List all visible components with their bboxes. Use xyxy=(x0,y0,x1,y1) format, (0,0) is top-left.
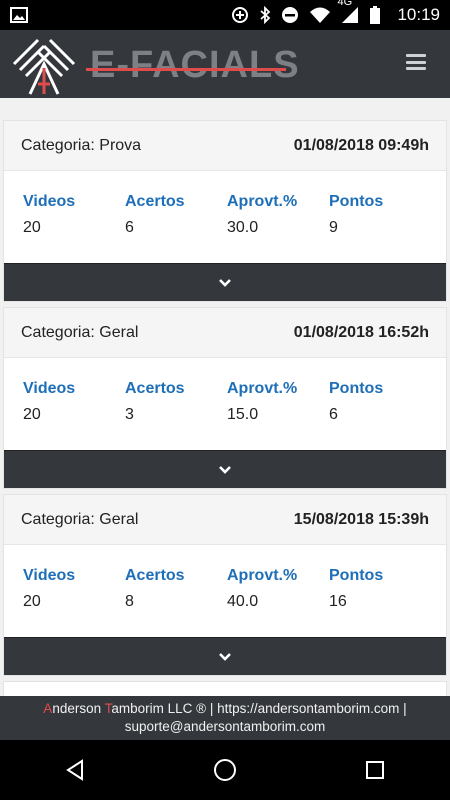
chevron-down-icon xyxy=(219,465,231,474)
stat-value: 20 xyxy=(23,593,41,610)
card-datetime: 01/08/2018 16:52h xyxy=(293,323,429,341)
expand-button[interactable] xyxy=(4,450,446,488)
stat-acertos: Acertos 6 xyxy=(125,193,227,263)
app-header: E-FACIALS xyxy=(0,30,450,98)
logo-icon xyxy=(8,34,80,101)
stat-pontos: Pontos 16 xyxy=(329,567,431,637)
stat-label: Acertos xyxy=(125,380,185,397)
card-stats: Videos 20 Acertos 3 Aprovt.% 15.0 Pontos 6 xyxy=(4,358,446,450)
stat-label: Videos xyxy=(23,567,76,584)
expand-button[interactable] xyxy=(4,263,446,301)
stat-value: 16 xyxy=(329,593,347,610)
do-not-disturb-icon xyxy=(281,6,299,24)
recents-square-icon xyxy=(366,761,384,779)
stat-videos: Videos 20 xyxy=(23,380,125,450)
stat-value: 15.0 xyxy=(227,406,259,423)
data-saver-icon xyxy=(231,6,249,24)
card-category: Categoria: Prova xyxy=(21,136,142,154)
stat-value: 3 xyxy=(125,406,134,423)
chevron-down-icon xyxy=(219,652,231,661)
stat-label: Acertos xyxy=(125,193,185,210)
card-stats: Videos 20 Acertos 8 Aprovt.% 40.0 Pontos 16 xyxy=(4,545,446,637)
card-datetime: 15/08/2018 15:39h xyxy=(293,510,429,528)
status-bar: 4G 10:19 xyxy=(0,0,450,30)
footer: Anderson Tamborim LLC ® | https://anders… xyxy=(0,696,450,740)
stat-aproveitamento: Aprovt.% 15.0 xyxy=(227,380,329,450)
stat-value: 6 xyxy=(125,219,134,236)
image-icon xyxy=(10,7,28,23)
stat-value: 40.0 xyxy=(227,593,259,610)
back-triangle-icon xyxy=(66,759,83,781)
logo-strikethrough xyxy=(86,68,286,71)
system-nav-bar xyxy=(0,740,450,800)
stat-value: 6 xyxy=(329,406,338,423)
result-card: Categoria: Geral 01/08/2018 16:52h Video… xyxy=(3,307,447,489)
stat-label: Pontos xyxy=(329,193,384,210)
card-header: Categoria: Geral 15/08/2018 15:39h xyxy=(4,495,446,545)
clock: 10:19 xyxy=(397,5,440,24)
stat-videos: Videos 20 xyxy=(23,567,125,637)
network-type-label: 4G xyxy=(337,0,353,8)
results-list: Categoria: Prova 01/08/2018 09:49h Video… xyxy=(0,98,450,696)
stat-label: Aprovt.% xyxy=(227,380,298,397)
back-button[interactable] xyxy=(55,750,95,790)
footer-company-link[interactable]: amborim LLC ® | https://andersontamborim… xyxy=(111,701,406,716)
signal-icon: 4G xyxy=(337,0,359,24)
hamburger-menu-icon[interactable] xyxy=(406,54,426,70)
result-card: Categoria: Geral 15/08/2018 15:39h Video… xyxy=(3,494,447,676)
stat-videos: Videos 20 xyxy=(23,193,125,263)
home-circle-icon xyxy=(214,759,236,781)
stat-pontos: Pontos 9 xyxy=(329,193,431,263)
home-button[interactable] xyxy=(205,750,245,790)
recents-button[interactable] xyxy=(355,750,395,790)
card-category: Categoria: Geral xyxy=(21,323,139,341)
stat-label: Videos xyxy=(23,193,76,210)
wifi-icon xyxy=(309,6,331,24)
card-category: Categoria: Geral xyxy=(21,510,139,528)
stat-value: 20 xyxy=(23,406,41,423)
logo-text: E-FACIALS xyxy=(90,44,300,86)
stat-label: Acertos xyxy=(125,567,185,584)
footer-name-first: nderson xyxy=(52,701,105,716)
stat-value: 30.0 xyxy=(227,219,259,236)
bluetooth-icon xyxy=(259,6,271,24)
stat-pontos: Pontos 6 xyxy=(329,380,431,450)
card-datetime: 01/08/2018 09:49h xyxy=(293,136,429,154)
stat-label: Videos xyxy=(23,380,76,397)
stat-acertos: Acertos 3 xyxy=(125,380,227,450)
card-header: Categoria: Prova 01/08/2018 09:49h xyxy=(4,121,446,171)
stat-value: 20 xyxy=(23,219,41,236)
stat-value: 9 xyxy=(329,219,338,236)
stat-aproveitamento: Aprovt.% 30.0 xyxy=(227,193,329,263)
stat-label: Pontos xyxy=(329,567,384,584)
stat-label: Aprovt.% xyxy=(227,567,298,584)
stat-label: Aprovt.% xyxy=(227,193,298,210)
footer-initial-a: A xyxy=(43,701,53,716)
stat-acertos: Acertos 8 xyxy=(125,567,227,637)
card-stats: Videos 20 Acertos 6 Aprovt.% 30.0 Pontos 9 xyxy=(4,171,446,263)
stat-aproveitamento: Aprovt.% 40.0 xyxy=(227,567,329,637)
result-card-partial xyxy=(3,681,447,696)
battery-icon xyxy=(369,6,381,24)
stat-value: 8 xyxy=(125,593,134,610)
stat-label: Pontos xyxy=(329,380,384,397)
footer-support-email[interactable]: suporte@andersontamborim.com xyxy=(0,718,450,736)
footer-line-1: Anderson Tamborim LLC ® | https://anders… xyxy=(0,700,450,718)
expand-button[interactable] xyxy=(4,637,446,675)
card-header: Categoria: Geral 01/08/2018 16:52h xyxy=(4,308,446,358)
result-card: Categoria: Prova 01/08/2018 09:49h Video… xyxy=(3,120,447,302)
chevron-down-icon xyxy=(219,278,231,287)
